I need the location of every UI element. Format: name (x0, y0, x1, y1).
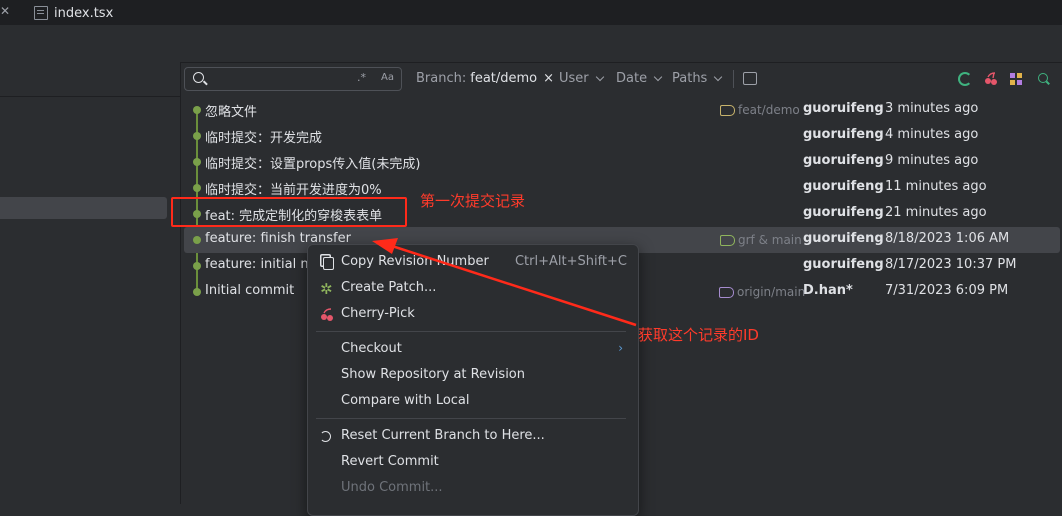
commit-row[interactable]: 忽略文件 feat/demo guoruifeng 3 minutes ago (184, 97, 1060, 123)
menu-item-reset-branch[interactable]: Reset Current Branch to Here... (309, 425, 635, 449)
commit-date: 9 minutes ago (885, 153, 979, 168)
branch-tree-selected-item[interactable] (0, 197, 167, 219)
branch-filter-label: Branch: (416, 71, 467, 86)
commit-node (193, 132, 201, 140)
tag-icon (720, 234, 735, 246)
search-input[interactable] (211, 70, 335, 90)
commit-date: 4 minutes ago (885, 127, 979, 142)
commit-author: guoruifeng (803, 231, 884, 246)
commit-node (193, 106, 201, 114)
commit-message: 忽略文件 (205, 105, 258, 120)
tag-icon (720, 104, 735, 116)
branch-ref: feat/demo (720, 103, 800, 117)
menu-item-cherry-pick[interactable]: Cherry-Pick (309, 303, 635, 327)
commit-node (193, 262, 201, 270)
refresh-icon[interactable] (958, 72, 972, 86)
commit-author: guoruifeng (803, 205, 884, 220)
branch-filter[interactable]: Branch: feat/demo × (416, 71, 554, 86)
user-filter-label: User (559, 71, 589, 86)
copy-icon (323, 257, 334, 270)
find-icon[interactable] (1038, 73, 1048, 83)
shortcut-label: Ctrl+Alt+Shift+C (514, 254, 627, 269)
annotation-get-id: 获取这个记录的ID (638, 326, 759, 344)
view-options-icon[interactable] (1010, 73, 1022, 85)
menu-item-copy-revision-number[interactable]: Copy Revision Number Ctrl+Alt+Shift+C (309, 251, 635, 275)
menu-item-checkout[interactable]: Checkout › (309, 338, 635, 362)
menu-item-compare-with-local[interactable]: Compare with Local (309, 390, 635, 414)
regex-icon[interactable]: .* (357, 71, 366, 84)
file-lines-icon (34, 6, 48, 20)
reset-icon (320, 431, 331, 442)
commit-author: guoruifeng (803, 101, 884, 116)
paths-filter[interactable]: Paths (672, 71, 723, 86)
commit-author: guoruifeng (803, 153, 884, 168)
tab-label: index.tsx (54, 5, 114, 21)
annotation-first-commit: 第一次提交记录 (420, 192, 526, 210)
branch-ref: origin/main (719, 285, 805, 299)
submenu-arrow-icon: › (618, 341, 623, 355)
match-case-icon[interactable]: Aa (381, 72, 394, 83)
commit-author: D.han* (803, 283, 853, 298)
commit-date: 11 minutes ago (885, 179, 987, 194)
menu-item-revert-commit[interactable]: Revert Commit (309, 451, 635, 475)
paths-filter-label: Paths (672, 71, 708, 86)
commit-message: feature: initial ne (205, 257, 317, 272)
commit-date: 8/18/2023 1:06 AM (885, 231, 1010, 246)
commit-author: guoruifeng (803, 179, 884, 194)
chevron-down-icon (595, 72, 604, 81)
menu-separator (316, 331, 626, 332)
commit-row[interactable]: 临时提交：设置props传入值(未完成) guoruifeng 9 minute… (184, 149, 1060, 175)
commit-node (193, 184, 201, 192)
branch-filter-value: feat/demo (470, 71, 538, 86)
commit-message: 临时提交：当前开发进度为0% (205, 183, 382, 198)
commit-date: 8/17/2023 10:37 PM (885, 257, 1017, 272)
commit-message: 临时提交：设置props传入值(未完成) (205, 157, 421, 172)
divider (0, 96, 180, 97)
commit-date: 7/31/2023 6:09 PM (885, 283, 1009, 298)
menu-item-create-patch[interactable]: ✲ Create Patch... (309, 277, 635, 301)
chevron-down-icon (653, 72, 663, 81)
branches-panel (0, 62, 181, 504)
divider (733, 70, 734, 88)
commit-node (193, 158, 201, 166)
search-icon[interactable] (193, 72, 204, 83)
commit-node (193, 288, 201, 296)
commit-author: guoruifeng (803, 257, 884, 272)
menu-item-undo-commit: Undo Commit... (341, 480, 443, 495)
open-new-tab-icon[interactable] (743, 72, 757, 85)
commit-row[interactable]: 临时提交：开发完成 guoruifeng 4 minutes ago (184, 123, 1060, 149)
commit-date: 3 minutes ago (885, 101, 979, 116)
date-filter-label: Date (616, 71, 648, 86)
commit-context-menu: Copy Revision Number Ctrl+Alt+Shift+C ✲ … (307, 244, 639, 516)
tab-index-tsx[interactable]: index.tsx (34, 4, 113, 22)
commit-message: Initial commit (205, 283, 295, 298)
commit-node (193, 236, 201, 244)
branch-ref: grf & main (720, 233, 802, 247)
menu-item-show-repository[interactable]: Show Repository at Revision (309, 364, 635, 388)
commit-message: 临时提交：开发完成 (205, 131, 323, 146)
cherry-pick-icon[interactable] (984, 72, 998, 86)
cherry-icon (320, 308, 334, 322)
commit-author: guoruifeng (803, 127, 884, 142)
date-filter[interactable]: Date (616, 71, 663, 86)
clear-filter-icon[interactable]: × (543, 71, 554, 86)
chevron-down-icon (714, 72, 723, 81)
tag-icon (719, 286, 734, 298)
menu-separator (316, 418, 626, 419)
annotation-highlight-box (171, 197, 407, 227)
close-icon[interactable]: ✕ (0, 4, 12, 18)
commit-date: 21 minutes ago (885, 205, 987, 220)
log-search-field[interactable]: .* Aa (184, 67, 402, 91)
user-filter[interactable]: User (559, 71, 605, 86)
patch-icon: ✲ (320, 280, 333, 298)
editor-tab-bar: ✕ index.tsx (0, 0, 1062, 25)
